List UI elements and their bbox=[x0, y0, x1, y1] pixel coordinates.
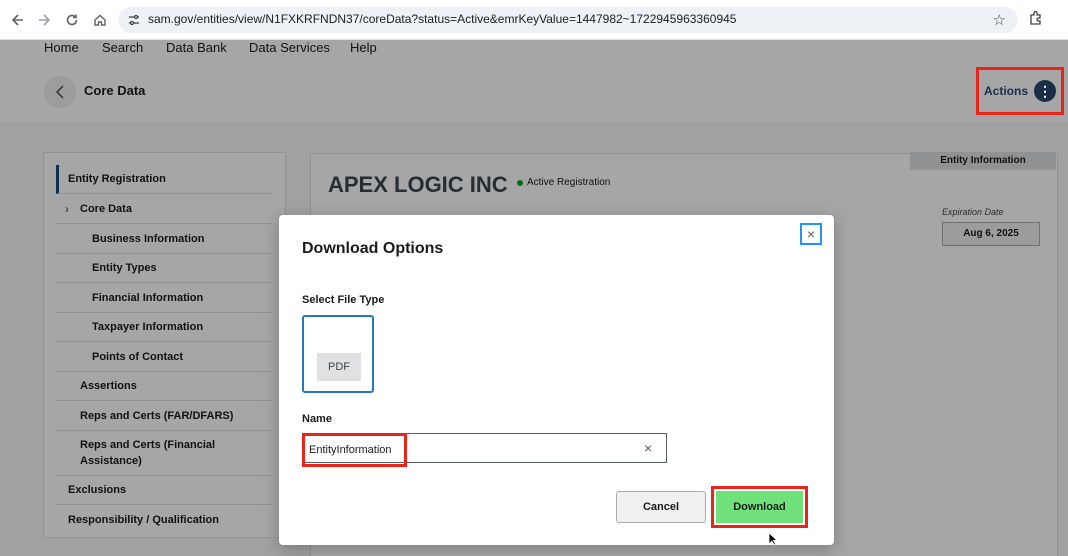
site-settings-icon[interactable] bbox=[126, 12, 142, 28]
close-button[interactable]: × bbox=[800, 223, 822, 245]
file-name-value[interactable]: EntityInformation bbox=[302, 433, 407, 467]
dialog-title: Download Options bbox=[302, 240, 444, 257]
cancel-label: Cancel bbox=[642, 501, 680, 513]
mouse-cursor-icon bbox=[768, 532, 778, 546]
download-options-dialog: Download Options × Select File Type PDF … bbox=[279, 215, 834, 545]
forward-arrow-icon[interactable] bbox=[34, 10, 54, 30]
actions-label: Actions bbox=[983, 84, 1028, 98]
extensions-icon[interactable] bbox=[1028, 10, 1044, 31]
pdf-file-icon: PDF bbox=[317, 353, 361, 381]
back-arrow-icon[interactable] bbox=[8, 10, 28, 30]
home-icon[interactable] bbox=[90, 10, 110, 30]
browser-toolbar: sam.gov/entities/view/N1FXKRFNDN37/coreD… bbox=[0, 0, 1068, 40]
name-label: Name bbox=[302, 413, 332, 425]
url-text[interactable]: sam.gov/entities/view/N1FXKRFNDN37/coreD… bbox=[148, 12, 736, 26]
more-vertical-icon: ⋮ bbox=[1034, 80, 1056, 102]
download-button[interactable]: Download bbox=[716, 491, 803, 523]
reload-icon[interactable] bbox=[62, 10, 82, 30]
file-type-label: Select File Type bbox=[302, 294, 385, 306]
file-type-pdf-option[interactable]: PDF bbox=[302, 315, 374, 393]
clear-input-icon[interactable]: × bbox=[644, 440, 652, 456]
cancel-button[interactable]: Cancel bbox=[616, 491, 706, 523]
close-icon: × bbox=[806, 226, 816, 242]
bookmark-star-icon[interactable]: ☆ bbox=[993, 11, 1006, 29]
download-label: Download bbox=[733, 501, 786, 513]
actions-button[interactable]: Actions ⋮ bbox=[976, 67, 1064, 115]
address-bar[interactable]: sam.gov/entities/view/N1FXKRFNDN37/coreD… bbox=[118, 7, 1018, 33]
